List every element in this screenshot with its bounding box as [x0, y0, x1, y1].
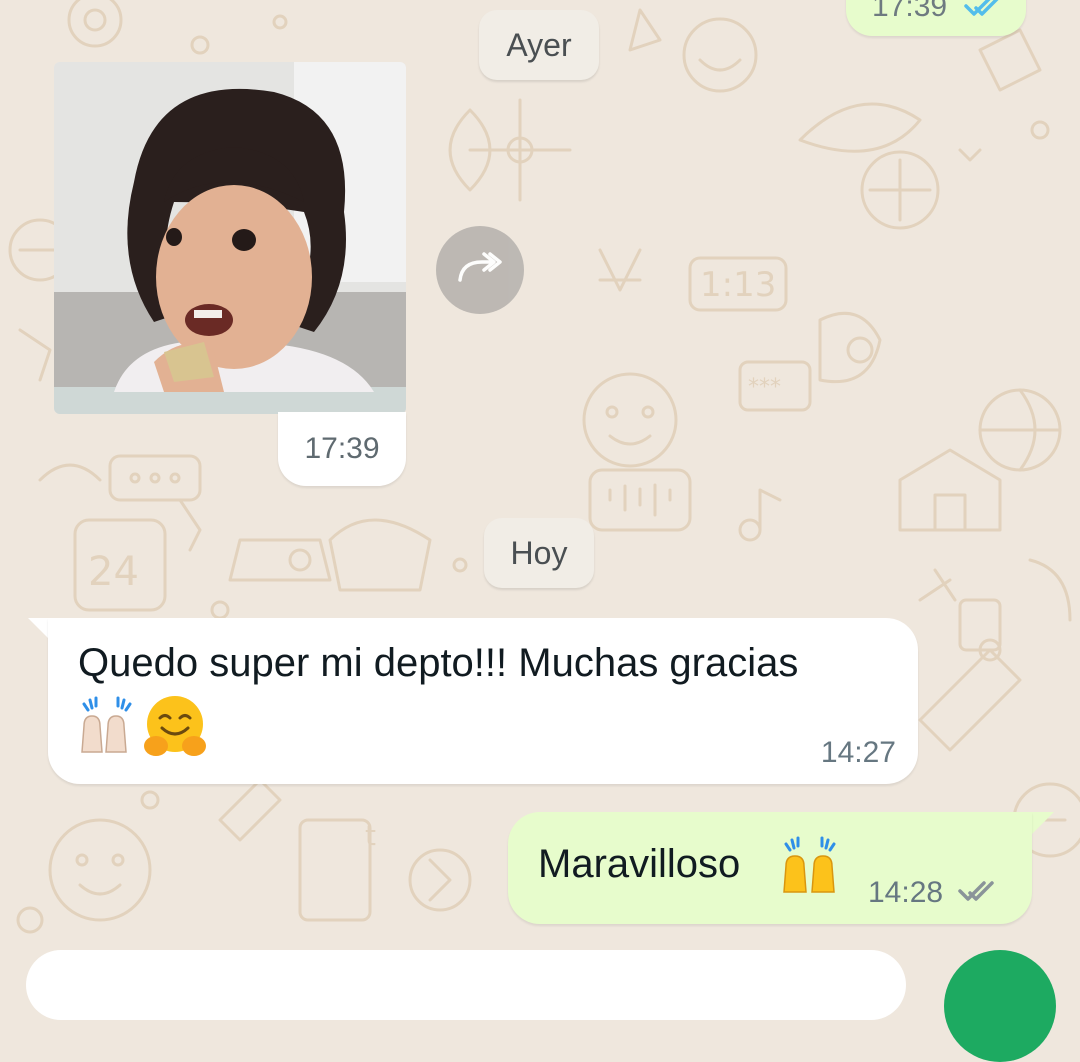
message-text: Maravilloso — [538, 842, 741, 886]
incoming-message[interactable]: Quedo super mi depto!!! Muchas gracias 1… — [48, 618, 918, 784]
message-time: 14:27 — [820, 736, 896, 769]
date-separator-hoy: Hoy — [484, 518, 594, 588]
forward-button[interactable] — [436, 226, 524, 314]
outgoing-bubble-tail — [1030, 812, 1054, 836]
hugging-face-emoji — [142, 694, 208, 765]
raising-hands-light-emoji — [76, 694, 138, 765]
date-separator-ayer: Ayer — [479, 10, 599, 80]
emoji-row — [76, 694, 208, 765]
message-text: Quedo super mi depto!!! Muchas gracias — [78, 641, 799, 685]
raising-hands-emoji — [778, 834, 844, 901]
double-check-delivered-icon — [958, 878, 1006, 909]
photo-message[interactable] — [54, 62, 406, 414]
child-photo — [54, 62, 406, 414]
forward-icon — [456, 248, 504, 293]
message-time: 14:28 — [868, 876, 944, 909]
message-composer[interactable] — [26, 950, 906, 1020]
message-time: 17:39 — [872, 0, 948, 23]
previous-outgoing-message[interactable]: 17:39 — [846, 0, 1026, 36]
svg-text:1:13: 1:13 — [700, 265, 776, 305]
photo-time: 17:39 — [278, 412, 406, 486]
outgoing-message[interactable]: Maravilloso 14:28 — [508, 812, 1032, 924]
svg-text:t: t — [365, 819, 376, 852]
svg-text:***: *** — [748, 375, 781, 400]
double-check-read-icon — [964, 0, 1012, 23]
send-button[interactable] — [944, 950, 1056, 1062]
svg-text:24: 24 — [88, 549, 139, 595]
